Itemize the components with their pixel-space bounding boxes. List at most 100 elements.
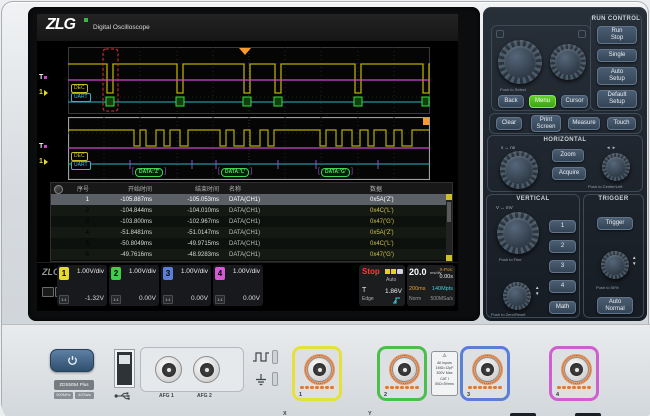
math-button[interactable]: Math (549, 301, 576, 314)
table-scrollbar[interactable] (446, 194, 452, 261)
ch2-input-bnc[interactable]: 2 (377, 346, 427, 401)
ch1-position-marker-zoom[interactable]: 1 (39, 158, 48, 165)
table-row[interactable]: 4-51.8481ms-51.0147msDATA(CH1)0x5A('Z') (51, 227, 452, 238)
multifunction-knob-a[interactable] (498, 40, 542, 84)
ch1-status[interactable]: 11:1 1.00V/div-1.32V (57, 265, 107, 306)
uart-bus-badge-zoom[interactable]: UART (71, 161, 91, 170)
table-row[interactable]: 6-49.7616ms-48.9283msDATA(CH1)0x47('G') (51, 249, 452, 260)
timebase-value: 20.0 (409, 267, 427, 277)
menu-button[interactable]: Menu (529, 95, 556, 108)
measure-button[interactable]: Measure (568, 117, 600, 130)
activity-indicator-icon (391, 269, 396, 274)
col-name: 名称 (223, 184, 356, 193)
table-menu-icon[interactable] (54, 185, 63, 194)
cursor-button[interactable]: Cursor (561, 95, 588, 108)
dec-bus-badge-zoom[interactable]: DEC (71, 152, 88, 161)
bnc-pin (403, 368, 407, 372)
table-row[interactable]: 2-104.844ms-104.010msDATA(CH1)0x4C('L') (51, 205, 452, 216)
default-setup-button[interactable]: Default Setup (597, 90, 637, 108)
back-button[interactable]: Back (498, 95, 524, 108)
vertical-position-knob[interactable] (503, 282, 531, 310)
brand-logo-dot (84, 18, 88, 22)
acquire-button[interactable]: Acquire (552, 167, 586, 180)
scroll-down-icon[interactable] (446, 255, 452, 261)
usb-port[interactable] (115, 350, 134, 387)
col-data: 数据 (356, 184, 452, 193)
print-screen-button[interactable]: Print Screen (531, 115, 561, 132)
table-row[interactable]: 5-50.8049ms-49.9715msDATA(CH1)0x4C('L') (51, 238, 452, 249)
trigger-tick-icon (44, 76, 47, 79)
ch1-button[interactable]: 1 (549, 220, 576, 233)
hpos-arrows-label: ◄ ► (606, 145, 616, 150)
power-icon (67, 355, 78, 366)
utility-section: Clear Print Screen Measure Touch (489, 113, 642, 134)
model-label: ZDS5054 Plus (54, 380, 94, 390)
fine-hint: Push to Fine (499, 257, 521, 262)
bnc-connector (564, 357, 589, 382)
trigger-level-marker[interactable]: T (39, 74, 47, 81)
vpos-arrows-label: ▲ ▼ (535, 285, 539, 297)
power-button[interactable] (50, 349, 94, 372)
timebase-status[interactable]: 20.0 ms/div X-Pos: 0.00s 200ms 140Mpts N… (407, 265, 455, 306)
ch2-status[interactable]: 21:1 1.00V/div0.00V (109, 265, 159, 306)
status-bar: ZLG® 11:1 1.00V/div-1.32V 21:1 1.00V/div… (37, 262, 458, 311)
probe-comp-pad[interactable] (272, 350, 278, 364)
trigger-level-knob[interactable] (601, 251, 629, 279)
record-time: 200ms (409, 286, 426, 292)
ch4-status[interactable]: 41:1 1.00V/div0.00V (213, 265, 263, 306)
multifunction-knob-b[interactable] (550, 44, 586, 80)
vertical-scale-knob[interactable] (497, 212, 539, 254)
y-axis-label: Y (368, 411, 372, 416)
afg-output-box (140, 347, 244, 392)
dec-bus-badge[interactable]: DEC (71, 84, 88, 93)
afg1-bnc-connector[interactable] (155, 356, 182, 383)
ch2-button[interactable]: 2 (549, 240, 576, 253)
horizontal-scale-knob[interactable] (500, 151, 538, 189)
ch3-input-bnc[interactable]: 3 (460, 346, 510, 401)
afg2-bnc-connector[interactable] (193, 356, 220, 383)
touch-button[interactable]: Touch (607, 117, 636, 130)
scroll-thumb[interactable] (447, 202, 451, 222)
waveform-main[interactable] (68, 47, 430, 114)
ch3-button[interactable]: 3 (549, 260, 576, 273)
run-stop-button[interactable]: Run Stop (597, 26, 637, 44)
clear-button[interactable]: Clear (496, 117, 522, 130)
ch4-input-bnc[interactable]: 4 (549, 346, 599, 401)
input-rating-label: ⚠ All Inputs 1MΩ≈12pF 300V Max CAT I 50Ω… (431, 351, 458, 396)
probe-sense-pins (468, 386, 502, 390)
uart-data-tag: [DATA:'L'] (218, 167, 252, 177)
table-row[interactable]: 1-105.887ms-105.053msDATA(CH1)0x5A('Z') (51, 194, 452, 205)
auto-setup-button[interactable]: Auto Setup (597, 67, 637, 85)
bnc-connector (475, 357, 500, 382)
uart-data-tag: [DATA:'Z'] (132, 167, 166, 177)
horizontal-title: HORIZONTAL (488, 137, 642, 143)
ch4-button[interactable]: 4 (549, 280, 576, 293)
probe-comp-ground-pad[interactable] (272, 372, 278, 386)
trig-arrows-label: ▲ ▼ (632, 255, 636, 267)
single-button[interactable]: Single (597, 49, 637, 62)
afg2-label: AFG 2 (197, 393, 212, 399)
zoom-button[interactable]: Zoom (552, 149, 584, 162)
uart-bus-badge[interactable]: UART (71, 93, 91, 102)
ch1-input-bnc[interactable]: 1 (292, 346, 342, 401)
trigger-level-marker-zoom[interactable]: T (39, 143, 47, 150)
bnc-connector (307, 357, 332, 382)
auto-normal-button[interactable]: Auto Normal (597, 297, 633, 314)
ch1-position-marker[interactable]: 1 (39, 89, 48, 96)
device-body: ZLG Digital Oscilloscope (1, 1, 649, 415)
bnc-connector (392, 357, 417, 382)
trigger-menu-button[interactable]: Trigger (597, 217, 633, 230)
indicator-pill-icon (397, 269, 403, 274)
scroll-up-icon[interactable] (446, 194, 452, 200)
trig-50-hint: Push to 50% (596, 285, 619, 290)
horizontal-position-knob[interactable] (602, 153, 630, 181)
table-row[interactable]: 3-103.800ms-102.967msDATA(CH1)0x47('G') (51, 216, 452, 227)
zero-hint: Push to Zero/Reset (491, 312, 525, 317)
uart-data-tag: [DATA:'G'] (318, 167, 353, 177)
trig-type: Edge (362, 296, 374, 302)
trigger-status[interactable]: Stop Auto T Edge 1.86V (359, 265, 405, 306)
display-mode-icon[interactable] (42, 287, 54, 297)
control-panel: Push to Select Back Menu Cursor RUN CONT… (483, 7, 647, 321)
ch3-status[interactable]: 31:1 1.00V/div0.00V (161, 265, 211, 306)
knob-b-indicator-icon (578, 30, 586, 38)
